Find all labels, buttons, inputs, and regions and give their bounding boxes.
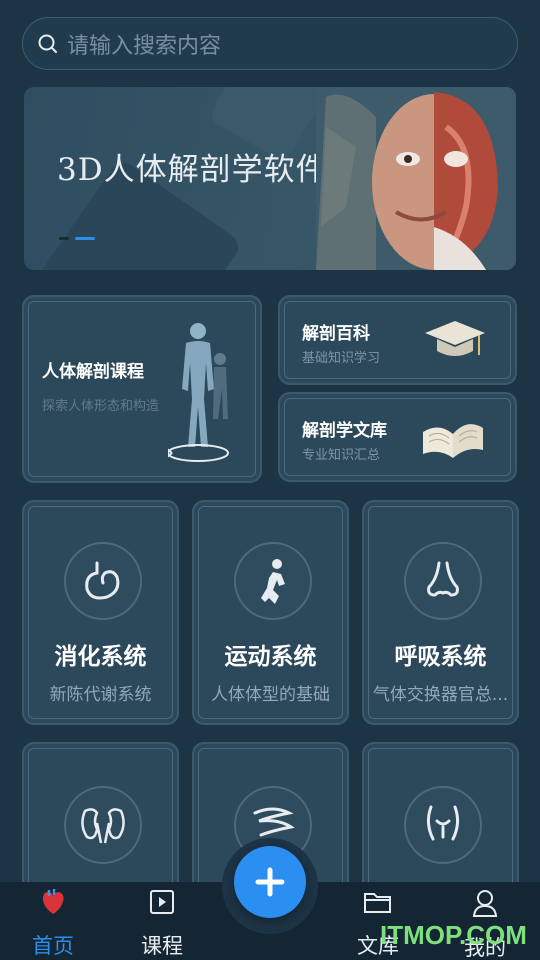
folder-icon <box>364 893 391 913</box>
system-card-motor[interactable]: 运动系统 人体体型的基础 <box>192 500 349 725</box>
system-card-respiratory[interactable]: 呼吸系统 气体交换器官总... <box>362 500 519 725</box>
play-book-icon <box>150 890 174 914</box>
pelvis-icon <box>404 786 482 864</box>
course-card[interactable]: 人体解剖课程 探索人体形态和构造 <box>22 295 262 483</box>
system-title: 消化系统 <box>54 644 147 670</box>
anatomy-head-image <box>316 87 516 270</box>
search-bar[interactable]: 请输入搜索内容 <box>22 17 518 70</box>
kidney-icon <box>64 786 142 864</box>
system-title: 运动系统 <box>224 644 317 670</box>
user-icon <box>472 890 498 917</box>
search-placeholder[interactable]: 请输入搜索内容 <box>67 28 221 60</box>
encyclopedia-card[interactable]: 解剖百科 基础知识学习 <box>278 295 517 385</box>
nav-home-label: 首页 <box>32 934 74 958</box>
carousel-indicator <box>59 237 95 240</box>
stomach-icon <box>64 542 142 620</box>
search-icon <box>38 34 57 53</box>
system-card-urinary[interactable] <box>22 742 179 902</box>
encyclopedia-subtitle: 基础知识学习 <box>302 351 381 366</box>
course-title: 人体解剖课程 <box>42 362 144 382</box>
system-subtitle: 气体交换器官总... <box>372 685 509 705</box>
heart-icon <box>42 889 64 914</box>
carousel-dot <box>59 237 69 240</box>
nose-icon <box>404 542 482 620</box>
system-subtitle: 人体体型的基础 <box>211 685 330 705</box>
course-subtitle: 探索人体形态和构造 <box>42 399 160 414</box>
library-subtitle: 专业知识汇总 <box>302 448 381 463</box>
add-icon <box>255 867 285 897</box>
library-title: 解剖学文库 <box>302 421 387 441</box>
library-card[interactable]: 解剖学文库 专业知识汇总 <box>278 392 517 482</box>
system-title: 呼吸系统 <box>394 644 487 670</box>
system-card-pelvis[interactable] <box>362 742 519 902</box>
open-book-icon <box>423 424 483 458</box>
banner-title: 3D人体解剖学软件 <box>57 152 328 188</box>
carousel-dot-active <box>75 237 95 240</box>
nav-course[interactable]: 课程 <box>127 888 197 960</box>
watermark: ITMOP.COM <box>380 920 527 950</box>
system-subtitle: 新陈代谢系统 <box>49 685 152 705</box>
nav-course-label: 课程 <box>141 934 183 958</box>
encyclopedia-title: 解剖百科 <box>302 324 370 344</box>
runner-icon <box>234 542 312 620</box>
graduation-cap-icon <box>425 321 485 356</box>
human-body-icon <box>168 323 229 462</box>
system-card-digestive[interactable]: 消化系统 新陈代谢系统 <box>22 500 179 725</box>
add-button[interactable] <box>234 846 306 918</box>
nav-home[interactable]: 首页 <box>18 888 88 960</box>
banner-carousel[interactable]: 3D人体解剖学软件 <box>24 87 516 270</box>
